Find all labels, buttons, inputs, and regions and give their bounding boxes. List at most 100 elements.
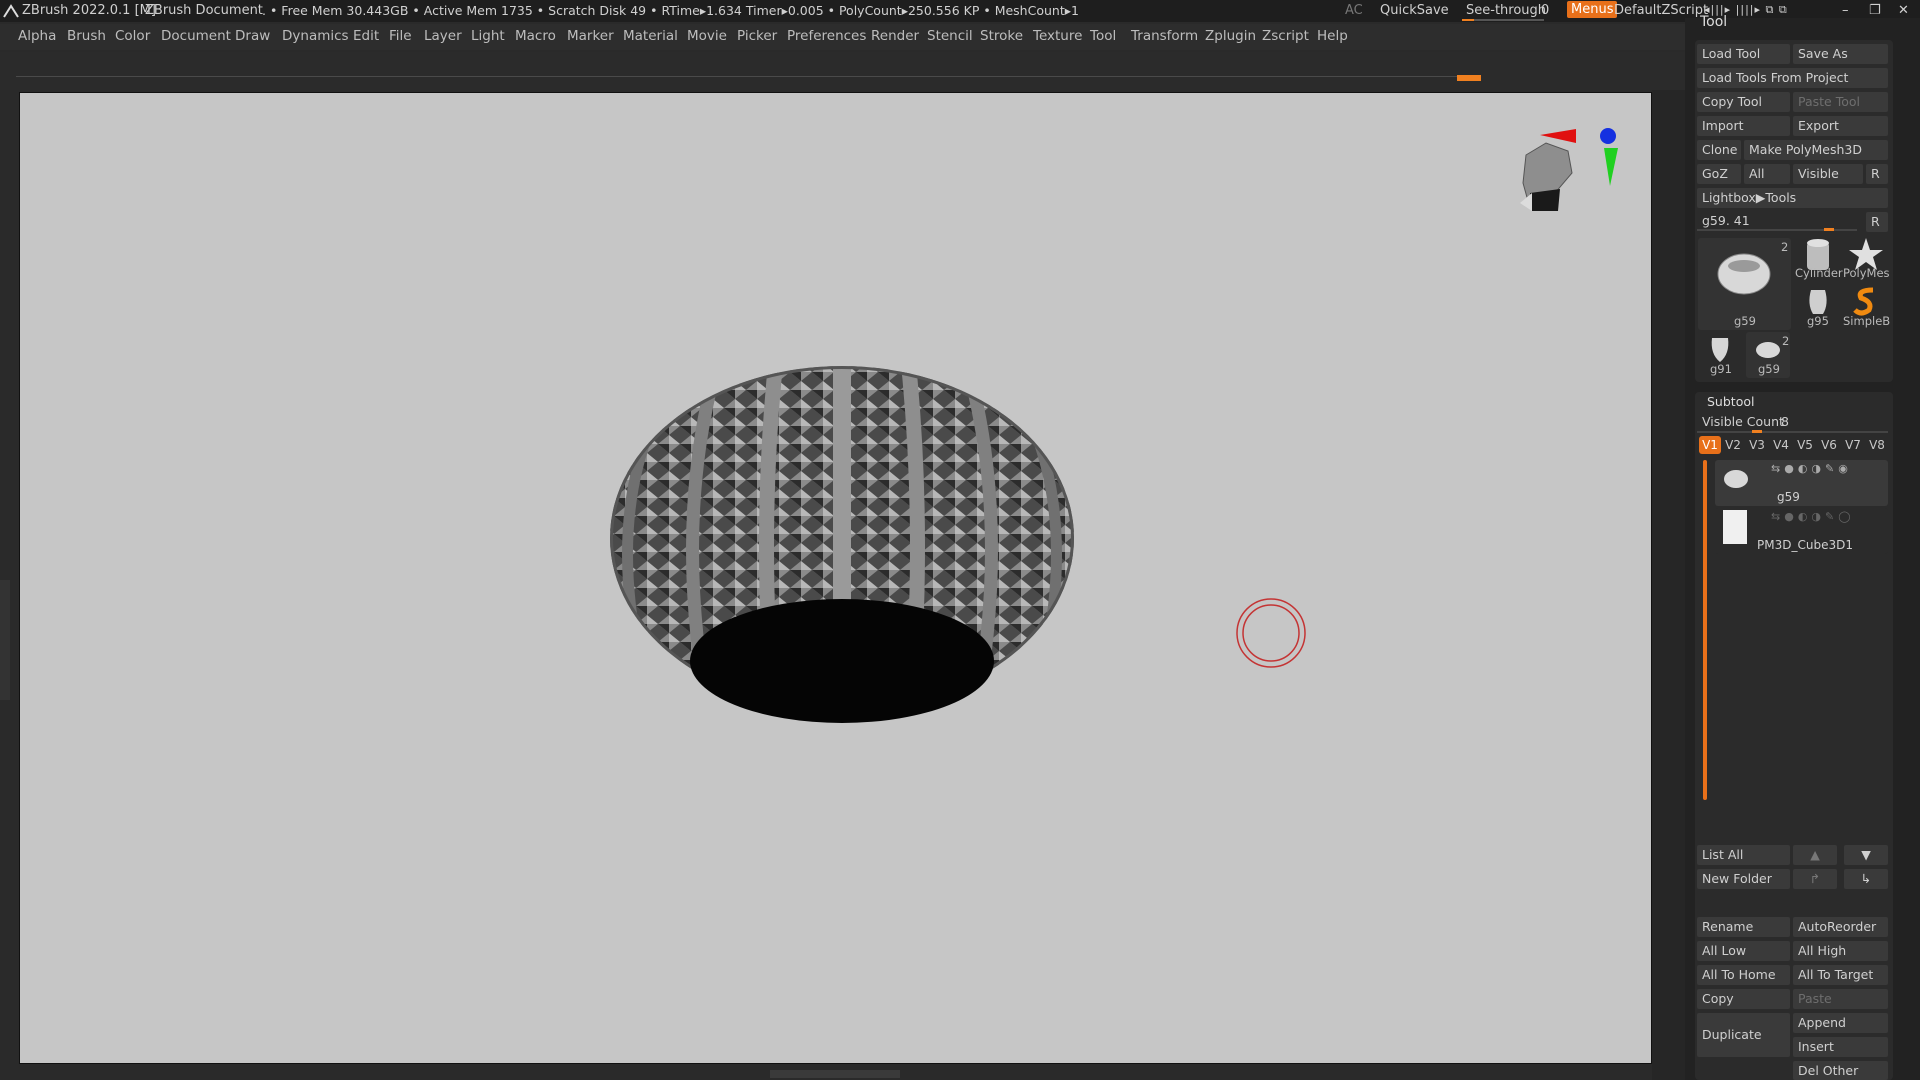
menu-edit[interactable]: Edit — [353, 28, 379, 44]
menu-draw[interactable]: Draw — [235, 28, 270, 44]
all-low-button[interactable]: All Low — [1697, 941, 1790, 961]
goz-all-button[interactable]: All — [1744, 164, 1790, 184]
tool-thumb-cylinder[interactable]: Cylinder — [1795, 236, 1843, 282]
goz-visible-button[interactable]: Visible — [1793, 164, 1863, 184]
subtool-title[interactable]: Subtool — [1707, 394, 1754, 409]
see-through-label[interactable]: See-through — [1466, 3, 1546, 18]
tool-thumb-g95[interactable]: g95 — [1795, 284, 1841, 330]
rename-button[interactable]: Rename — [1697, 917, 1790, 937]
menu-picker[interactable]: Picker — [737, 28, 777, 44]
all-high-button[interactable]: All High — [1793, 941, 1888, 961]
del-other-button[interactable]: Del Other — [1793, 1061, 1888, 1080]
menu-alpha[interactable]: Alpha — [18, 28, 56, 44]
ac-label[interactable]: AC — [1345, 3, 1363, 18]
menu-transform[interactable]: Transform — [1131, 28, 1198, 44]
restore-icon[interactable]: ❐ — [1869, 3, 1881, 18]
list-all-button[interactable]: List All — [1697, 845, 1790, 865]
menu-preferences[interactable]: Preferences — [787, 28, 866, 44]
load-tool-button[interactable]: Load Tool — [1697, 44, 1790, 64]
right-tray-handle[interactable] — [1652, 90, 1685, 1080]
subtool-tab-v3[interactable]: V3 — [1746, 436, 1768, 454]
menu-document[interactable]: Document — [161, 28, 231, 44]
tool-thumb-g91[interactable]: g91 — [1698, 332, 1742, 378]
subtool-tab-v2[interactable]: V2 — [1722, 436, 1744, 454]
menu-texture[interactable]: Texture — [1033, 28, 1082, 44]
tool-r-button[interactable]: R — [1866, 212, 1888, 232]
new-folder-button[interactable]: New Folder — [1697, 869, 1790, 889]
duplicate-button[interactable]: Duplicate — [1697, 1013, 1790, 1057]
subtool-tab-v5[interactable]: V5 — [1794, 436, 1816, 454]
menu-tool[interactable]: Tool — [1090, 28, 1116, 44]
subtool-tab-v7[interactable]: V7 — [1842, 436, 1864, 454]
menu-stencil[interactable]: Stencil — [927, 28, 973, 44]
visible-count-slider[interactable] — [1697, 431, 1888, 433]
menu-zplugin[interactable]: Zplugin — [1205, 28, 1256, 44]
subtool-item-pm3d-cube[interactable]: ⇆●◐◑✎◯ PM3D_Cube3D1 — [1715, 508, 1888, 554]
menu-marker[interactable]: Marker — [567, 28, 614, 44]
menu-stroke[interactable]: Stroke — [980, 28, 1023, 44]
menu-render[interactable]: Render — [871, 28, 919, 44]
move-down-icon[interactable]: ▼ — [1844, 845, 1888, 865]
menu-layer[interactable]: Layer — [424, 28, 462, 44]
goz-r-button[interactable]: R — [1866, 164, 1888, 184]
copy-subtool-button[interactable]: Copy — [1697, 989, 1790, 1009]
subtool-tab-v4[interactable]: V4 — [1770, 436, 1792, 454]
viewport-canvas[interactable] — [19, 92, 1652, 1064]
menu-macro[interactable]: Macro — [515, 28, 556, 44]
move-up-icon[interactable]: ▲ — [1793, 845, 1837, 865]
subtool-tab-v6[interactable]: V6 — [1818, 436, 1840, 454]
tool-thumb-g59-large[interactable]: g59 2 — [1698, 238, 1791, 330]
shelf-marker[interactable] — [1457, 75, 1481, 81]
menu-color[interactable]: Color — [115, 28, 150, 44]
menus-toggle[interactable]: Menus — [1567, 1, 1618, 18]
paste-subtool-button[interactable]: Paste — [1793, 989, 1888, 1009]
subtool-tab-v8[interactable]: V8 — [1866, 436, 1888, 454]
append-button[interactable]: Append — [1793, 1013, 1888, 1033]
autoreorder-button[interactable]: AutoReorder — [1793, 917, 1888, 937]
close-icon[interactable]: ✕ — [1898, 3, 1909, 18]
quicksave-button[interactable]: QuickSave — [1380, 3, 1449, 18]
all-to-home-button[interactable]: All To Home — [1697, 965, 1790, 985]
folder-up-icon[interactable]: ↱ — [1793, 869, 1837, 889]
export-button[interactable]: Export — [1793, 116, 1888, 136]
visible-count-label: Visible Count — [1702, 414, 1784, 429]
menu-zscript[interactable]: Zscript — [1262, 28, 1309, 44]
import-button[interactable]: Import — [1697, 116, 1790, 136]
subtool-cube-toggles[interactable]: ⇆●◐◑✎◯ — [1771, 510, 1855, 523]
clone-button[interactable]: Clone — [1697, 140, 1741, 160]
menu-help[interactable]: Help — [1317, 28, 1348, 44]
menu-brush[interactable]: Brush — [67, 28, 106, 44]
subtool-tab-v1[interactable]: V1 — [1699, 436, 1721, 454]
save-as-button[interactable]: Save As — [1793, 44, 1888, 64]
lightbox-tools-button[interactable]: Lightbox▶Tools — [1697, 188, 1888, 208]
menu-file[interactable]: File — [389, 28, 412, 44]
basket-model[interactable] — [610, 363, 1074, 733]
insert-button[interactable]: Insert — [1793, 1037, 1888, 1057]
left-tray-handle[interactable] — [0, 580, 10, 700]
paste-tool-button[interactable]: Paste Tool — [1793, 92, 1888, 112]
tool-thumb-g59-small[interactable]: g59 2 — [1746, 332, 1790, 378]
tool-thumb-simpleb[interactable]: SimpleB — [1843, 284, 1893, 330]
subtool-scrollbar[interactable] — [1703, 460, 1707, 800]
menu-material[interactable]: Material — [623, 28, 678, 44]
menu-light[interactable]: Light — [471, 28, 505, 44]
load-tools-from-project-button[interactable]: Load Tools From Project — [1697, 68, 1888, 88]
make-polymesh3d-button[interactable]: Make PolyMesh3D — [1744, 140, 1888, 160]
visible-count-knob[interactable] — [1752, 430, 1762, 433]
view-gizmo[interactable] — [1520, 128, 1618, 211]
all-to-target-button[interactable]: All To Target — [1793, 965, 1888, 985]
see-through-slider[interactable] — [1462, 19, 1544, 21]
goz-button[interactable]: GoZ — [1697, 164, 1741, 184]
folder-down-icon[interactable]: ↳ — [1844, 869, 1888, 889]
zscript-name[interactable]: DefaultZScript — [1614, 3, 1708, 18]
menu-movie[interactable]: Movie — [687, 28, 727, 44]
minimize-icon[interactable]: – — [1842, 3, 1849, 18]
bottom-tray-handle[interactable] — [770, 1070, 900, 1078]
copy-tool-button[interactable]: Copy Tool — [1697, 92, 1790, 112]
menu-dynamics[interactable]: Dynamics — [282, 28, 349, 44]
basket-thumb-icon — [1717, 253, 1771, 295]
subtool-item-g59[interactable]: ⇆●◐◑✎◉ g59 — [1715, 460, 1888, 506]
tool-slider-knob[interactable] — [1824, 228, 1834, 231]
tool-thumb-polymesh[interactable]: PolyMes — [1843, 236, 1893, 282]
subtool-g59-toggles[interactable]: ⇆●◐◑✎◉ — [1771, 462, 1852, 475]
